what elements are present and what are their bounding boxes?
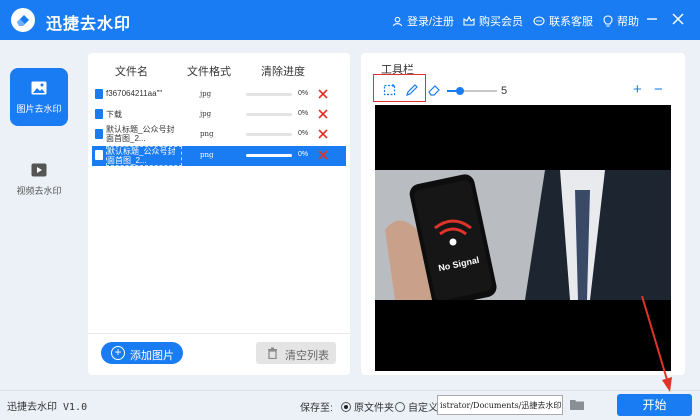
progress-percent: 0% [298, 110, 309, 117]
column-header-filename: 文件名 [115, 66, 148, 78]
eraser-icon[interactable] [427, 83, 441, 97]
clear-list-button[interactable]: 清空列表 [256, 342, 336, 364]
app-title: 迅捷去水印 [46, 16, 132, 33]
delete-icon[interactable] [317, 128, 329, 140]
title-bar: 迅捷去水印 登录/注册 购买会员 联系客服 帮助 [0, 0, 700, 40]
brush-icon[interactable] [405, 83, 419, 97]
progress-bar [246, 133, 292, 136]
progress-percent: 0% [298, 130, 309, 137]
progress-bar [246, 154, 292, 157]
file-row[interactable]: f367064211aa"" jpg 0% [92, 85, 346, 105]
progress-percent: 0% [298, 90, 309, 97]
radio-custom-folder[interactable]: 自定义 [395, 399, 438, 414]
brush-size-slider[interactable] [447, 87, 497, 95]
save-to-label: 保存至: [300, 403, 333, 414]
photo-illustration [375, 170, 671, 300]
delete-icon[interactable] [317, 149, 329, 161]
support-label: 联系客服 [549, 16, 593, 28]
delete-icon[interactable] [317, 108, 329, 120]
sidebar: 图片去水印 视频去水印 [0, 40, 78, 390]
add-image-button[interactable]: + 添加图片 [101, 342, 183, 364]
trash-icon [268, 347, 277, 359]
file-format: png [200, 151, 214, 159]
file-name: 下载 [106, 110, 122, 119]
progress-percent: 0% [298, 151, 309, 158]
file-name: 默认标题_公众号封面首图_2... [106, 146, 182, 166]
radio-label: 自定义 [408, 403, 438, 414]
image-file-icon [95, 129, 103, 139]
start-button[interactable]: 开始 [617, 394, 692, 416]
column-header-format: 文件格式 [187, 66, 231, 78]
image-icon [31, 81, 47, 95]
radio-label: 原文件夹 [354, 403, 394, 414]
sidebar-item-image-watermark[interactable]: 图片去水印 [10, 68, 68, 126]
image-file-icon [95, 150, 103, 160]
lightbulb-icon [603, 15, 613, 27]
radio-original-folder[interactable]: 原文件夹 [341, 399, 394, 414]
zoom-in-button[interactable]: + [633, 81, 642, 98]
progress-bar [246, 113, 292, 116]
image-preview[interactable]: No Signal [375, 105, 671, 371]
divider [88, 333, 350, 334]
help-link[interactable]: 帮助 [603, 13, 639, 29]
help-label: 帮助 [617, 16, 639, 28]
video-play-icon [31, 163, 47, 177]
file-name: 默认标题_公众号封面首图_2... [106, 125, 175, 143]
slider-knob[interactable] [455, 87, 464, 95]
image-file-icon [95, 89, 103, 99]
image-file-icon [95, 109, 103, 119]
clear-list-label: 清空列表 [285, 350, 329, 362]
zoom-out-button[interactable]: − [654, 81, 663, 98]
preview-panel: 工具栏 5 + − No Signal [361, 53, 685, 375]
save-path-input[interactable]: istrator/Documents/迅捷去水印 [437, 395, 563, 415]
radio-unchecked-icon [395, 401, 405, 412]
crown-icon [463, 15, 475, 26]
progress-bar [246, 93, 292, 96]
file-list-panel: 文件名 文件格式 清除进度 f367064211aa"" jpg 0% 下载 j… [88, 53, 350, 375]
select-rect-icon[interactable] [383, 83, 397, 97]
file-row[interactable]: 默认标题_公众号封面首图_2... png 0% [92, 125, 346, 145]
plus-icon: + [111, 346, 125, 360]
login-link[interactable]: 登录/注册 [392, 13, 454, 29]
support-link[interactable]: 联系客服 [533, 13, 593, 29]
file-format: jpg [200, 110, 212, 118]
app-logo [11, 8, 35, 32]
eraser-logo-icon [17, 15, 29, 26]
sidebar-item-label: 视频去水印 [16, 186, 62, 196]
minimize-icon[interactable] [644, 11, 660, 27]
column-header-progress: 清除进度 [261, 66, 305, 78]
brush-size-value: 5 [501, 85, 508, 97]
add-image-label: 添加图片 [130, 350, 174, 362]
chat-icon [533, 15, 545, 26]
file-name: f367064211aa"" [106, 89, 163, 98]
file-format: jpg [200, 90, 212, 98]
login-label: 登录/注册 [407, 16, 455, 28]
file-row-selected[interactable]: 默认标题_公众号封面首图_2... png 0% [92, 146, 346, 166]
delete-icon[interactable] [317, 88, 329, 100]
sidebar-item-label: 图片去水印 [16, 104, 62, 114]
file-format: png [200, 130, 214, 138]
folder-icon[interactable] [569, 398, 585, 411]
buy-vip-link[interactable]: 购买会员 [463, 13, 523, 29]
radio-checked-icon [341, 401, 351, 412]
preview-photo [375, 170, 671, 300]
status-bar: 迅捷去水印 V1.0 保存至: 原文件夹 自定义 istrator/Docume… [0, 390, 700, 420]
user-icon [392, 16, 403, 26]
close-icon[interactable] [670, 11, 686, 27]
app-version: 迅捷去水印 V1.0 [7, 402, 88, 413]
buy-vip-label: 购买会员 [479, 16, 523, 28]
file-row[interactable]: 下载 jpg 0% [92, 105, 346, 125]
sidebar-item-video-watermark[interactable]: 视频去水印 [10, 150, 68, 208]
